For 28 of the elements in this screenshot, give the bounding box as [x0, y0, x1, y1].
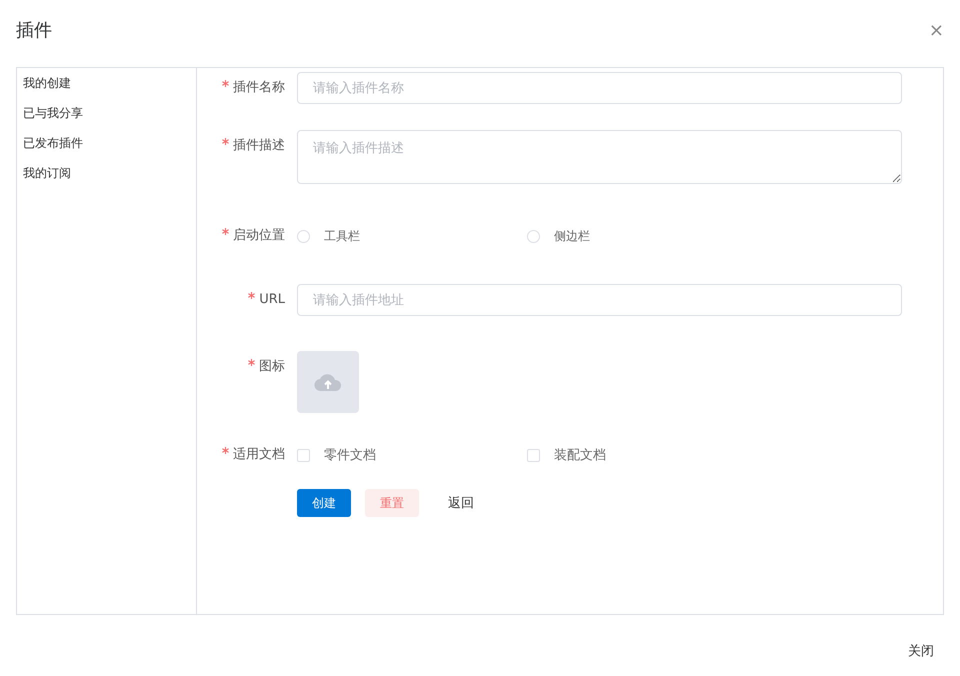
- sidebar-item[interactable]: 已发布插件: [17, 132, 196, 162]
- upload-area[interactable]: [297, 351, 359, 413]
- close-button[interactable]: 关闭: [908, 637, 934, 665]
- field-label: 插件名称: [233, 80, 285, 95]
- checkbox-label: 装配文档: [554, 447, 606, 464]
- checkbox-label: 零件文档: [324, 447, 376, 464]
- checkbox[interactable]: [297, 448, 310, 462]
- dialog-title: 插件: [16, 19, 52, 42]
- text-area[interactable]: 请输入插件描述: [297, 130, 902, 184]
- sidebar-item[interactable]: 我的创建: [17, 72, 196, 102]
- close-icon[interactable]: ×: [928, 20, 944, 40]
- back-button[interactable]: 返回: [433, 489, 489, 517]
- sidebar-item[interactable]: 我的订阅: [17, 162, 196, 192]
- radio-button[interactable]: [527, 230, 540, 242]
- text-field[interactable]: 请输入插件名称: [297, 72, 902, 104]
- checkbox[interactable]: [527, 448, 540, 462]
- field-label: 启动位置: [233, 228, 285, 243]
- radio-button[interactable]: [297, 230, 310, 242]
- cloud-upload-icon: [314, 372, 342, 392]
- field-label: 插件描述: [233, 138, 285, 153]
- radio-label: 侧边栏: [554, 228, 590, 244]
- create-button[interactable]: 创建: [297, 489, 351, 517]
- field-label: 图标: [259, 359, 285, 374]
- radio-label: 工具栏: [324, 228, 360, 244]
- sidebar-item[interactable]: 已与我分享: [17, 102, 196, 132]
- field-label: 适用文档: [233, 447, 285, 462]
- text-field[interactable]: 请输入插件地址: [297, 284, 902, 316]
- field-label: URL: [259, 292, 285, 307]
